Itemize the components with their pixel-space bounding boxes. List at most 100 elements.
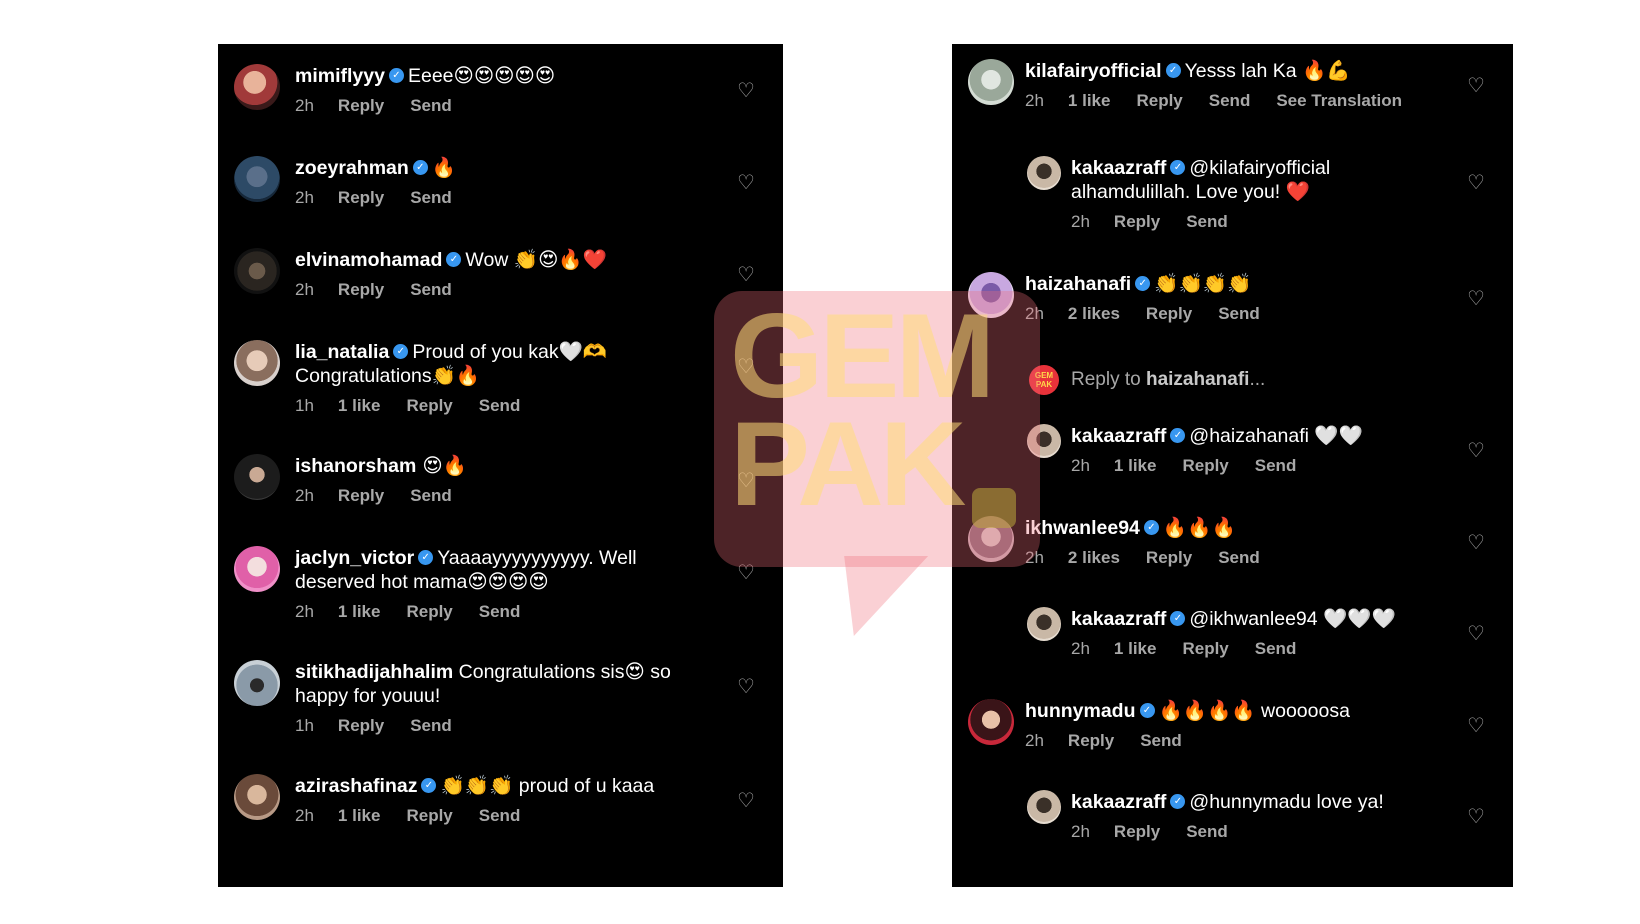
username[interactable]: kilafairyofficial <box>1025 60 1162 82</box>
username[interactable]: hunnymadu <box>1025 700 1136 722</box>
username[interactable]: ikhwanlee94 <box>1025 517 1140 539</box>
username[interactable]: ishanorsham <box>295 455 416 477</box>
username[interactable]: mimiflyyy <box>295 65 385 87</box>
avatar[interactable] <box>1027 607 1061 641</box>
comment-text: @ikhwanlee94 🤍🤍🤍 <box>1189 608 1396 630</box>
likes-count[interactable]: 1 like <box>338 396 381 415</box>
username[interactable]: haizahanafi <box>1025 273 1131 295</box>
heart-outline-icon[interactable]: ♡ <box>737 563 755 583</box>
heart-outline-icon[interactable]: ♡ <box>737 471 755 491</box>
likes-count[interactable]: 1 like <box>338 602 381 621</box>
likes-count[interactable]: 1 like <box>1114 639 1157 658</box>
reply-button[interactable]: Reply <box>1146 548 1192 567</box>
timestamp: 2h <box>1071 822 1090 841</box>
verified-badge-icon: ✓ <box>418 549 434 565</box>
heart-outline-icon[interactable]: ♡ <box>1467 289 1485 309</box>
likes-count[interactable]: 2 likes <box>1068 548 1120 567</box>
username[interactable]: kakaazraff <box>1071 157 1166 179</box>
reply-button[interactable]: Reply <box>406 806 452 825</box>
username[interactable]: kakaazraff <box>1071 425 1166 447</box>
send-button[interactable]: Send <box>1209 91 1251 110</box>
send-button[interactable]: Send <box>479 396 521 415</box>
send-button[interactable]: Send <box>1255 639 1297 658</box>
reply-button[interactable]: Reply <box>338 96 384 115</box>
username[interactable]: azirashafinaz <box>295 775 417 797</box>
send-button[interactable]: Send <box>410 280 452 299</box>
heart-outline-icon[interactable]: ♡ <box>737 265 755 285</box>
send-button[interactable]: Send <box>479 806 521 825</box>
heart-outline-icon[interactable]: ♡ <box>1467 807 1485 827</box>
reply-button[interactable]: Reply <box>1146 304 1192 323</box>
avatar[interactable] <box>234 660 280 706</box>
verified-badge-icon: ✓ <box>412 159 428 175</box>
username[interactable]: jaclyn_victor <box>295 547 414 569</box>
heart-outline-icon[interactable]: ♡ <box>1467 716 1485 736</box>
avatar[interactable] <box>1027 790 1061 824</box>
reply-button[interactable]: Reply <box>1068 731 1114 750</box>
comment-text-continued: happy for youuu! <box>295 685 441 707</box>
avatar[interactable] <box>234 774 280 820</box>
timestamp: 1h <box>295 396 314 415</box>
reply-button[interactable]: Reply <box>1114 822 1160 841</box>
likes-count[interactable]: 2 likes <box>1068 304 1120 323</box>
username[interactable]: lia_natalia <box>295 341 389 363</box>
avatar[interactable] <box>234 546 280 592</box>
reply-button[interactable]: Reply <box>1182 456 1228 475</box>
username[interactable]: kakaazraff <box>1071 608 1166 630</box>
username[interactable]: sitikhadijahhalim <box>295 661 453 683</box>
verified-badge-icon: ✓ <box>1165 62 1181 78</box>
username[interactable]: kakaazraff <box>1071 791 1166 813</box>
heart-outline-icon[interactable]: ♡ <box>737 81 755 101</box>
reply-button[interactable]: Reply <box>338 486 384 505</box>
send-button[interactable]: Send <box>410 716 452 735</box>
heart-outline-icon[interactable]: ♡ <box>1467 76 1485 96</box>
reply-button[interactable]: Reply <box>338 188 384 207</box>
username[interactable]: elvinamohamad <box>295 249 442 271</box>
avatar[interactable] <box>234 248 280 294</box>
watermark-bolt-tail <box>811 556 929 636</box>
reply-button[interactable]: Reply <box>406 396 452 415</box>
send-button[interactable]: Send <box>410 96 452 115</box>
send-button[interactable]: Send <box>410 486 452 505</box>
avatar[interactable] <box>968 59 1014 105</box>
heart-outline-icon[interactable]: ♡ <box>737 791 755 811</box>
reply-button[interactable]: Reply <box>406 602 452 621</box>
reply-button[interactable]: Reply <box>338 716 384 735</box>
see-translation-button[interactable]: See Translation <box>1276 91 1402 110</box>
avatar[interactable] <box>968 516 1014 562</box>
avatar[interactable] <box>234 156 280 202</box>
comment-text: Proud of you kak🤍🫶 <box>412 341 608 363</box>
avatar[interactable] <box>968 699 1014 745</box>
send-button[interactable]: Send <box>410 188 452 207</box>
send-button[interactable]: Send <box>1255 456 1297 475</box>
likes-count[interactable]: 1 like <box>1068 91 1111 110</box>
send-button[interactable]: Send <box>1140 731 1182 750</box>
reply-button[interactable]: Reply <box>1114 212 1160 231</box>
reply-to-field[interactable]: Reply to haizahanafi... <box>1071 369 1265 391</box>
avatar[interactable] <box>968 272 1014 318</box>
heart-outline-icon[interactable]: ♡ <box>737 677 755 697</box>
send-button[interactable]: Send <box>1218 548 1260 567</box>
timestamp: 2h <box>295 486 314 505</box>
avatar[interactable] <box>234 340 280 386</box>
heart-outline-icon[interactable]: ♡ <box>1467 441 1485 461</box>
likes-count[interactable]: 1 like <box>1114 456 1157 475</box>
avatar[interactable] <box>234 64 280 110</box>
heart-outline-icon[interactable]: ♡ <box>1467 173 1485 193</box>
avatar[interactable] <box>1027 424 1061 458</box>
send-button[interactable]: Send <box>1186 212 1228 231</box>
likes-count[interactable]: 1 like <box>338 806 381 825</box>
heart-outline-icon[interactable]: ♡ <box>737 173 755 193</box>
heart-outline-icon[interactable]: ♡ <box>1467 624 1485 644</box>
heart-outline-icon[interactable]: ♡ <box>737 357 755 377</box>
reply-button[interactable]: Reply <box>1136 91 1182 110</box>
heart-outline-icon[interactable]: ♡ <box>1467 533 1485 553</box>
avatar[interactable] <box>234 454 280 500</box>
send-button[interactable]: Send <box>1218 304 1260 323</box>
username[interactable]: zoeyrahman <box>295 157 409 179</box>
send-button[interactable]: Send <box>1186 822 1228 841</box>
send-button[interactable]: Send <box>479 602 521 621</box>
reply-button[interactable]: Reply <box>1182 639 1228 658</box>
avatar[interactable] <box>1027 156 1061 190</box>
reply-button[interactable]: Reply <box>338 280 384 299</box>
